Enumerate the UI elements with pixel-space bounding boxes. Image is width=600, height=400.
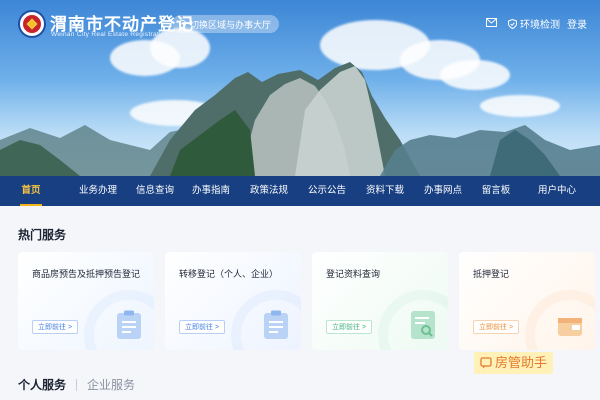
- nav-item-policy[interactable]: 政策法规: [248, 176, 290, 206]
- main-nav: 首页 业务办理 信息查询 办事指南 政策法规 公示公告 资料下载 办事网点 留言…: [0, 176, 600, 206]
- clipboard-icon: [117, 310, 141, 339]
- nav-item-user-center[interactable]: 用户中心: [536, 176, 578, 206]
- nav-item-message-board[interactable]: 留言板: [479, 176, 513, 206]
- nav-item-offices[interactable]: 办事网点: [422, 176, 464, 206]
- environment-check-label: 环境检测: [520, 20, 560, 31]
- nav-item-downloads[interactable]: 资料下载: [364, 176, 406, 206]
- tab-personal-services[interactable]: 个人服务: [18, 376, 66, 393]
- nav-item-info-query[interactable]: 信息查询: [134, 176, 176, 206]
- location-pin-icon: [178, 19, 187, 29]
- clipboard-icon: [264, 310, 288, 339]
- service-card-presale-mortgage[interactable]: 商品房预告及抵押预告登记 立即前往 >: [18, 252, 154, 350]
- service-card-mortgage[interactable]: 抵押登记 立即前往 >: [459, 252, 595, 350]
- assistant-icon: [480, 357, 492, 369]
- shield-check-icon: [508, 18, 517, 29]
- hero-banner: 渭南市不动产登记 Weinan City Real Estate Registr…: [0, 0, 600, 176]
- service-card-title: 商品房预告及抵押预告登记: [32, 269, 141, 279]
- service-card-transfer[interactable]: 转移登记（个人、企业） 立即前往 >: [165, 252, 301, 350]
- housing-assistant-button[interactable]: 房管助手: [474, 352, 554, 374]
- document-search-icon: [411, 311, 435, 339]
- top-header: 渭南市不动产登记 Weinan City Real Estate Registr…: [0, 0, 600, 50]
- service-card-title: 抵押登记: [473, 269, 510, 279]
- go-button[interactable]: 立即前往 >: [326, 320, 373, 334]
- site-subtitle: Weinan City Real Estate Registration: [51, 31, 169, 38]
- tab-enterprise-services[interactable]: 企业服务: [87, 376, 135, 393]
- header-divider: [161, 17, 162, 31]
- logo-emblem: [18, 10, 46, 38]
- service-card-title: 转移登记（个人、企业）: [179, 269, 279, 279]
- nav-item-home[interactable]: 首页: [18, 176, 44, 206]
- service-tabs: 个人服务 企业服务: [18, 376, 135, 393]
- service-card-records-query[interactable]: 登记资料查询 立即前往 >: [312, 252, 448, 350]
- mail-icon[interactable]: [486, 18, 497, 27]
- housing-assistant-label: 房管助手: [495, 355, 548, 370]
- go-button[interactable]: 立即前往 >: [32, 320, 79, 334]
- go-button[interactable]: 立即前往 >: [179, 320, 226, 334]
- tab-divider: [76, 378, 78, 391]
- service-card-title: 登记资料查询: [326, 269, 381, 279]
- region-selector[interactable]: 切换区域与办事大厅: [172, 15, 280, 33]
- environment-check-button[interactable]: 环境检测: [508, 16, 560, 31]
- hot-services-title: 热门服务: [18, 228, 67, 242]
- login-link[interactable]: 登录: [567, 16, 587, 31]
- region-selector-label: 切换区域与办事大厅: [190, 19, 272, 30]
- go-button[interactable]: 立即前往 >: [473, 320, 520, 334]
- nav-item-announcements[interactable]: 公示公告: [306, 176, 348, 206]
- wallet-icon: [558, 318, 582, 336]
- nav-item-business[interactable]: 业务办理: [74, 176, 122, 206]
- nav-item-guide[interactable]: 办事指南: [190, 176, 232, 206]
